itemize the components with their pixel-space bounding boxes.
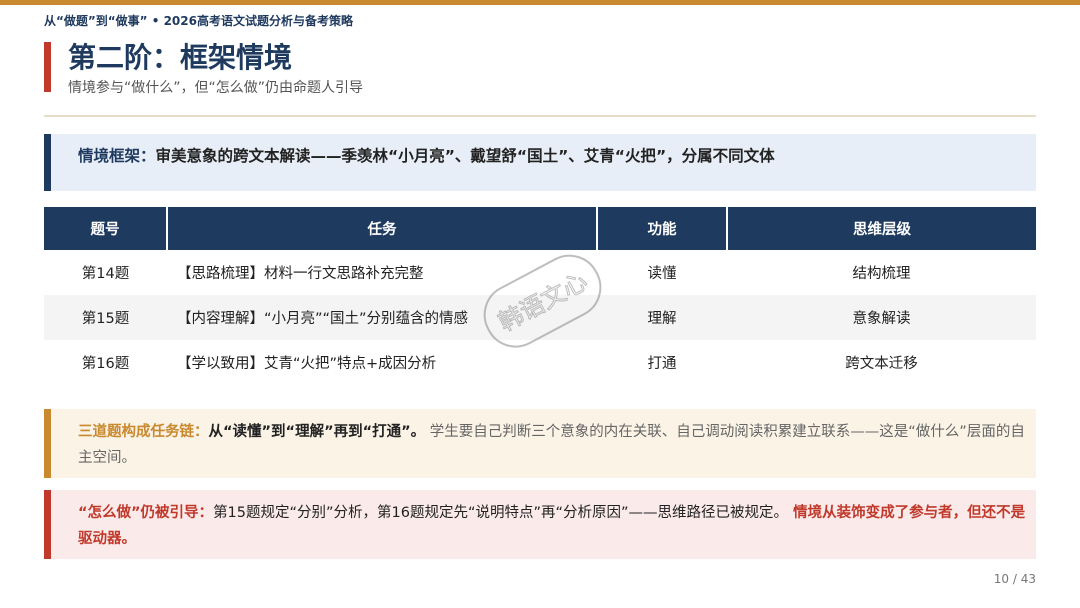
cell-thinking-level: 跨文本迁移 <box>727 340 1036 385</box>
section-divider <box>44 115 1036 117</box>
header-function: 功能 <box>597 207 728 250</box>
guidance-callout: “怎么做”仍被引导：第15题规定“分别”分析，第16题规定先“说明特点”再“分析… <box>44 490 1036 559</box>
chain-strong: 从“读懂”到“理解”再到“打通”。 <box>208 424 426 440</box>
task-chain-callout: 三道题构成任务链：从“读懂”到“理解”再到“打通”。 学生要自己判断三个意象的内… <box>44 409 1036 478</box>
guide-lead: “怎么做”仍被引导： <box>78 505 214 521</box>
guide-text: 第15题规定“分别”分析，第16题规定先“说明特点”再“分析原因”——思维路径已… <box>213 505 789 521</box>
page-title: 第二阶：框架情境 <box>68 41 293 74</box>
header-question-no: 题号 <box>44 207 168 250</box>
cell-question-no: 第14题 <box>44 250 167 295</box>
table-header-row: 题号 任务 功能 思维层级 <box>44 207 1036 250</box>
cell-thinking-level: 意象解读 <box>727 295 1036 340</box>
framework-text: 审美意象的跨文本解读——季羡林“小月亮”、戴望舒“国土”、艾青“火把”，分属不同… <box>155 147 775 165</box>
title-accent-bar <box>44 42 51 92</box>
cell-function: 读懂 <box>597 250 727 295</box>
cell-function: 打通 <box>597 340 727 385</box>
deck-header: 从“做题”到“做事” • 2026高考语文试题分析与备考策略 <box>44 14 353 28</box>
header-task: 任务 <box>167 207 598 250</box>
page-subtitle: 情境参与“做什么”，但“怎么做”仍由命题人引导 <box>68 80 364 96</box>
page-number: 10 / 43 <box>993 572 1036 586</box>
cell-question-no: 第15题 <box>44 295 167 340</box>
framework-callout: 情境框架：审美意象的跨文本解读——季羡林“小月亮”、戴望舒“国土”、艾青“火把”… <box>44 134 1036 191</box>
watermark-text: 韩语文心 <box>494 267 592 337</box>
header-thinking-level: 思维层级 <box>727 207 1036 250</box>
framework-label: 情境框架： <box>78 147 156 165</box>
chain-lead: 三道题构成任务链： <box>78 424 209 440</box>
cell-question-no: 第16题 <box>44 340 167 385</box>
top-accent-bar <box>0 0 1080 5</box>
cell-thinking-level: 结构梳理 <box>727 250 1036 295</box>
